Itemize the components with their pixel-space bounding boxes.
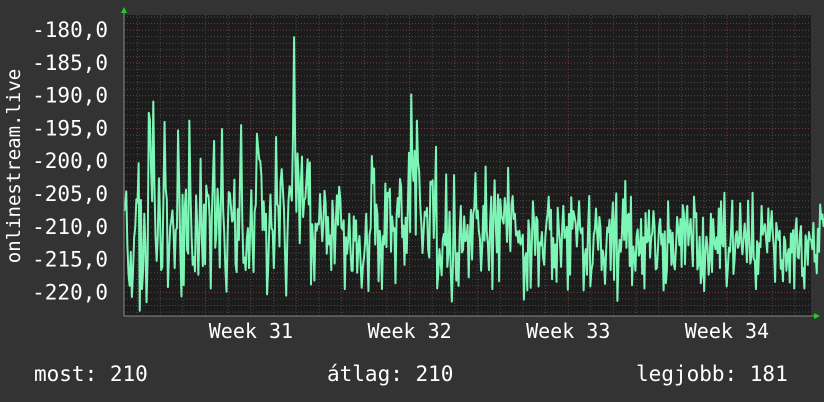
x-axis-arrow (814, 313, 820, 319)
y-axis-label: onlinestream.live (3, 69, 25, 263)
y-tick-label: -185,0 (32, 51, 108, 75)
x-tick-label: Week 31 (209, 319, 293, 343)
y-tick-label: -180,0 (32, 18, 108, 42)
current-value-label: most: 210 (34, 362, 148, 386)
average-value-label: átlag: 210 (327, 362, 454, 386)
y-tick-label: -210,0 (32, 215, 108, 239)
x-tick-label: Week 33 (526, 319, 610, 343)
y-axis-arrow (121, 7, 127, 13)
y-tick-label: -190,0 (32, 84, 108, 108)
best-value-label: legjobb: 181 (636, 362, 788, 386)
y-tick-label: -215,0 (32, 248, 108, 272)
y-tick-label: -200,0 (32, 149, 108, 173)
x-tick-label: Week 34 (685, 319, 769, 343)
y-tick-label: -220,0 (32, 280, 108, 304)
x-tick-labels: Week 31 Week 32 Week 33 Week 34 (209, 319, 769, 343)
chart-panel: -180,0 -185,0 -190,0 -195,0 -200,0 -205,0 -210… (0, 0, 824, 402)
line-chart: -180,0 -185,0 -190,0 -195,0 -200,0 -205,0 -210… (3, 7, 824, 343)
y-tick-label: -205,0 (32, 182, 108, 206)
y-tick-label: -195,0 (32, 116, 108, 140)
y-tick-labels: -180,0 -185,0 -190,0 -195,0 -200,0 -205,0 -210… (32, 18, 108, 304)
x-tick-label: Week 32 (367, 319, 451, 343)
